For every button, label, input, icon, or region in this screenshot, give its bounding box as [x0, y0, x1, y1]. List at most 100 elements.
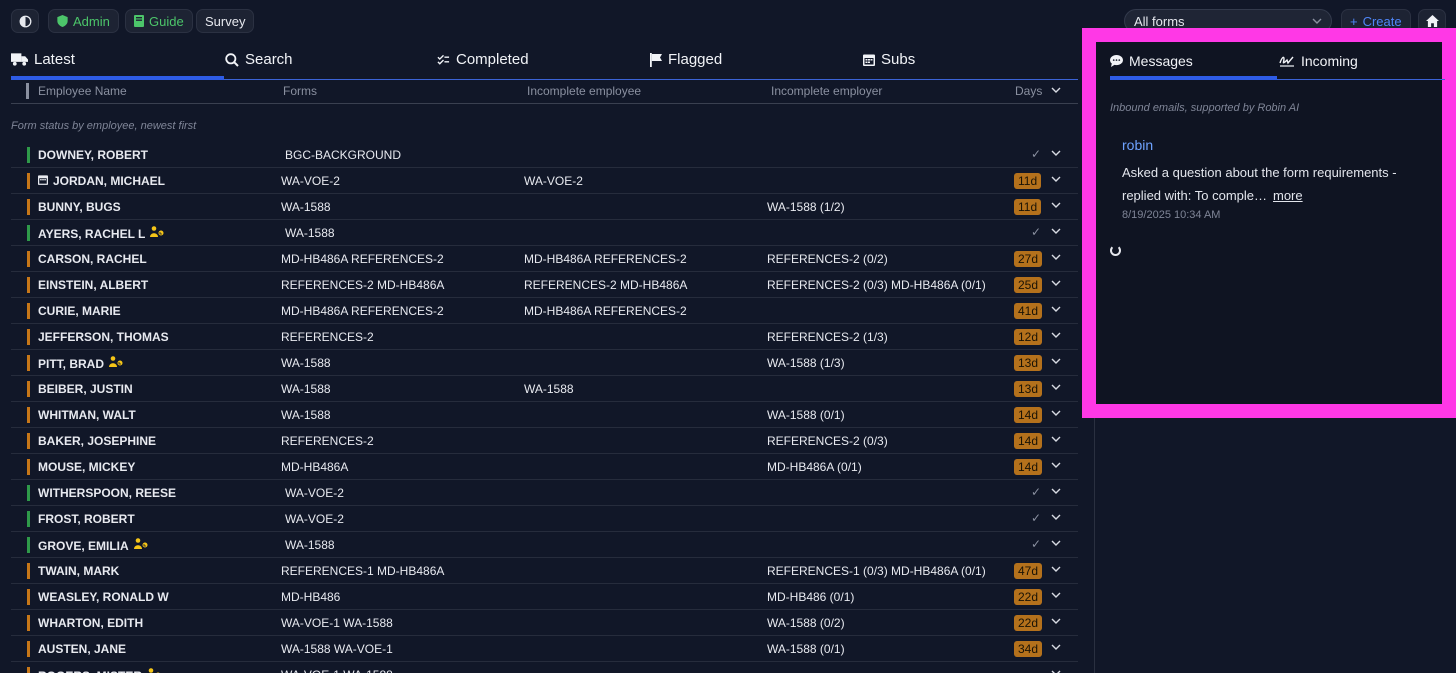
- status-stripe: [27, 667, 30, 673]
- employee-name-text: PITT, BRAD: [38, 356, 104, 371]
- days-badge: 11d: [1014, 173, 1042, 189]
- chevron-down-icon[interactable]: [1051, 588, 1061, 604]
- table-row[interactable]: FROST, ROBERT WA-VOE-2 ✓: [11, 506, 1078, 532]
- table-row[interactable]: WHARTON, EDITH WA-VOE-1 WA-1588 WA-1588 (0…: [11, 610, 1078, 636]
- table-row[interactable]: BAKER, JOSEPHINE REFERENCES-2 REFERENCES-2…: [11, 428, 1078, 454]
- tab-latest[interactable]: Latest: [11, 40, 224, 80]
- chevron-down-icon[interactable]: [1051, 250, 1061, 266]
- table-header: Employee Name Forms Incomplete employee …: [11, 80, 1078, 104]
- forms-cell: WA-1588: [285, 538, 335, 552]
- table-row[interactable]: CARSON, RACHEL MD-HB486A REFERENCES-2 MD-H…: [11, 246, 1078, 272]
- chevron-down-icon[interactable]: [1051, 328, 1061, 344]
- employee-name-text: ROGERS, MISTER: [38, 669, 142, 673]
- chevron-down-icon[interactable]: [1051, 87, 1061, 93]
- header-forms[interactable]: Forms: [283, 84, 317, 98]
- chevron-down-icon[interactable]: [1051, 484, 1061, 500]
- guide-button[interactable]: Guide: [125, 9, 193, 33]
- incomplete-employer-cell: REFERENCES-2 (0/3) MD-HB486A (0/1): [767, 278, 986, 292]
- tab-subs[interactable]: Subs: [863, 40, 915, 79]
- check-icon: ✓: [1031, 225, 1042, 239]
- chevron-down-icon[interactable]: [1051, 276, 1061, 292]
- checks-icon: [437, 54, 450, 65]
- message-sender[interactable]: robin: [1122, 137, 1438, 153]
- chevron-down-icon[interactable]: [1051, 458, 1061, 474]
- form-filter-value: All forms: [1134, 13, 1185, 29]
- table-row[interactable]: DOWNEY, ROBERT BGC-BACKGROUND ✓: [11, 142, 1078, 168]
- chevron-down-icon[interactable]: [1051, 172, 1061, 188]
- tab-flagged[interactable]: Flagged: [650, 40, 722, 79]
- admin-button[interactable]: Admin: [48, 9, 119, 33]
- table-row[interactable]: BUNNY, BUGS WA-1588 WA-1588 (1/2) 11d: [11, 194, 1078, 220]
- signature-icon: [1279, 56, 1294, 67]
- table-row[interactable]: WHITMAN, WALT WA-1588 WA-1588 (0/1) 14d: [11, 402, 1078, 428]
- table-row[interactable]: AUSTEN, JANE WA-1588 WA-VOE-1 WA-1588 (0/1…: [11, 636, 1078, 662]
- days-badge: 25d: [1014, 277, 1043, 293]
- table-row[interactable]: CURIE, MARIE MD-HB486A REFERENCES-2 MD-HB4…: [11, 298, 1078, 324]
- theme-toggle-button[interactable]: [11, 9, 39, 33]
- table-row[interactable]: ROGERS, MISTER WA-VOE-1 WA-1588: [11, 662, 1078, 673]
- check-icon: ✓: [1031, 511, 1042, 525]
- incomplete-employer-cell: REFERENCES-1 (0/3) MD-HB486A (0/1): [767, 564, 986, 578]
- employee-name-text: BUNNY, BUGS: [38, 200, 121, 214]
- message-item: robin Asked a question about the form re…: [1122, 137, 1438, 221]
- status-stripe: [27, 407, 30, 423]
- table-row[interactable]: TWAIN, MARK REFERENCES-1 MD-HB486A REFEREN…: [11, 558, 1078, 584]
- employee-name: WITHERSPOON, REESE: [38, 486, 176, 500]
- search-icon: [225, 52, 239, 67]
- header-employee-name[interactable]: Employee Name: [38, 84, 127, 98]
- status-stripe: [27, 225, 30, 241]
- chevron-down-icon[interactable]: [1051, 354, 1061, 370]
- table-row[interactable]: MOUSE, MICKEY MD-HB486A MD-HB486A (0/1) 14d: [11, 454, 1078, 480]
- employee-name-text: DOWNEY, ROBERT: [38, 148, 149, 162]
- forms-cell: WA-VOE-1 WA-1588: [281, 616, 393, 630]
- chevron-down-icon[interactable]: [1051, 614, 1061, 630]
- status-stripe: [27, 173, 30, 189]
- table-row[interactable]: EINSTEIN, ALBERT REFERENCES-2 MD-HB486A RE…: [11, 272, 1078, 298]
- tab-messages[interactable]: Messages: [1110, 42, 1277, 80]
- chevron-down-icon[interactable]: [1051, 640, 1061, 656]
- table-row[interactable]: WITHERSPOON, REESE WA-VOE-2 ✓: [11, 480, 1078, 506]
- chevron-down-icon[interactable]: [1051, 510, 1061, 526]
- tab-incoming[interactable]: Incoming: [1277, 42, 1358, 79]
- header-incomplete-employee[interactable]: Incomplete employee: [527, 84, 641, 98]
- contrast-icon: [19, 15, 31, 27]
- forms-cell: MD-HB486A: [281, 460, 349, 474]
- status-stripe: [27, 329, 30, 345]
- status-stripe: [27, 563, 30, 579]
- tab-search-label: Search: [245, 51, 293, 68]
- message-body: Asked a question about the form requirem…: [1122, 161, 1438, 207]
- employee-name: AYERS, RACHEL L: [38, 226, 164, 241]
- days-badge: 13d: [1014, 381, 1043, 397]
- incomplete-employer-cell: REFERENCES-2 (1/3): [767, 330, 888, 344]
- chevron-down-icon[interactable]: [1051, 380, 1061, 396]
- chevron-down-icon[interactable]: [1051, 432, 1061, 448]
- chevron-down-icon[interactable]: [1051, 406, 1061, 422]
- chevron-down-icon[interactable]: [1051, 536, 1061, 552]
- employee-name: GROVE, EMILIA: [38, 538, 148, 553]
- table-row[interactable]: GROVE, EMILIA WA-1588 ✓: [11, 532, 1078, 558]
- tab-completed[interactable]: Completed: [437, 40, 529, 79]
- tab-search[interactable]: Search: [224, 40, 293, 79]
- chevron-down-icon[interactable]: [1051, 562, 1061, 578]
- days-badge: 14d: [1014, 459, 1043, 475]
- days-badge: 41d: [1014, 303, 1043, 319]
- chevron-down-icon[interactable]: [1051, 224, 1061, 240]
- table-row[interactable]: WEASLEY, RONALD W MD-HB486 MD-HB486 (0/1) 2…: [11, 584, 1078, 610]
- flag-icon: [650, 52, 662, 67]
- header-days[interactable]: Days: [1015, 84, 1042, 98]
- chevron-down-icon[interactable]: [1051, 198, 1061, 214]
- employee-name: CURIE, MARIE: [38, 304, 121, 318]
- table-row[interactable]: JORDAN, MICHAEL WA-VOE-2 WA-VOE-2 11d: [11, 168, 1078, 194]
- table-row[interactable]: BEIBER, JUSTIN WA-1588 WA-1588 13d: [11, 376, 1078, 402]
- employee-name: BAKER, JOSEPHINE: [38, 434, 156, 448]
- header-incomplete-employer[interactable]: Incomplete employer: [771, 84, 882, 98]
- table-row[interactable]: PITT, BRAD WA-1588 WA-1588 (1/3) 13d: [11, 350, 1078, 376]
- incomplete-employer-cell: MD-HB486 (0/1): [767, 590, 855, 604]
- table-row[interactable]: JEFFERSON, THOMAS REFERENCES-2 REFERENCES-…: [11, 324, 1078, 350]
- chevron-down-icon[interactable]: [1051, 146, 1061, 162]
- chevron-down-icon[interactable]: [1051, 302, 1061, 318]
- table-row[interactable]: AYERS, RACHEL L WA-1588 ✓: [11, 220, 1078, 246]
- chevron-down-icon[interactable]: [1051, 666, 1061, 673]
- survey-button[interactable]: Survey: [196, 9, 255, 33]
- more-link[interactable]: more: [1273, 188, 1303, 203]
